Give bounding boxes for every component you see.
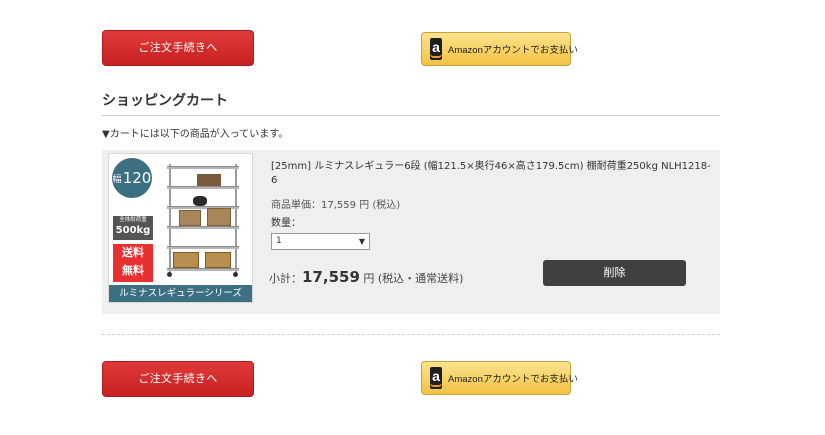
page-title: ショッピングカート [102, 90, 720, 116]
product-name: [25mm] ルミナスレギュラー6段 (幅121.5×奥行46×高さ179.5c… [271, 161, 711, 186]
quantity-label: 数量： [271, 218, 301, 229]
subtotal: 小計：17,559 円 (税込・通常送料) [269, 267, 463, 286]
unit-price: 商品単価：17,559 円 (税込) [271, 200, 401, 211]
amazon-pay-label: Amazonアカウントでお支払い [448, 374, 578, 385]
amazon-pay-label: Amazonアカウントでお支払い [448, 45, 578, 56]
shipping-line1: 送料 [122, 246, 144, 259]
shipping-line2: 無料 [122, 264, 144, 277]
free-shipping-badge: 送料 無料 [113, 244, 153, 282]
amazon-logo-icon: a [430, 367, 442, 389]
width-value: 120 [122, 169, 152, 187]
product-image[interactable]: 幅 120 全体耐荷重 500kg 送料 無料 ルミナスレギュラーシリーズ [108, 153, 253, 303]
load-label: 全体耐荷重 [119, 217, 147, 223]
quantity-value: 1 [276, 236, 282, 246]
subtotal-note: 円 (税込・通常送料) [359, 272, 464, 285]
width-badge: 幅 120 [112, 158, 152, 198]
cart-notice: ▼カートには以下の商品が入っています。 [102, 129, 289, 140]
divider [102, 334, 720, 335]
width-prefix: 幅 [112, 174, 122, 185]
amazon-pay-button-bottom[interactable]: a Amazonアカウントでお支払い [421, 361, 578, 395]
load-capacity-badge: 全体耐荷重 500kg [113, 216, 153, 240]
quantity-select[interactable]: 1 ▼ [271, 233, 370, 250]
checkout-button-bottom[interactable]: ご注文手続きへ [102, 361, 254, 397]
delete-button[interactable]: 削除 [543, 260, 686, 286]
subtotal-amount: 17,559 [302, 268, 360, 286]
series-label: ルミナスレギュラーシリーズ [109, 285, 252, 302]
dropdown-arrow-icon: ▼ [358, 237, 365, 246]
shelf-illustration [167, 164, 247, 277]
subtotal-label: 小計： [269, 272, 302, 285]
load-value: 500kg [115, 225, 151, 236]
cart-item: 幅 120 全体耐荷重 500kg 送料 無料 ルミナスレギュラーシリーズ [2… [102, 150, 720, 314]
amazon-pay-button-top[interactable]: a Amazonアカウントでお支払い [421, 32, 578, 66]
checkout-button-top[interactable]: ご注文手続きへ [102, 30, 254, 66]
amazon-logo-icon: a [430, 38, 442, 60]
